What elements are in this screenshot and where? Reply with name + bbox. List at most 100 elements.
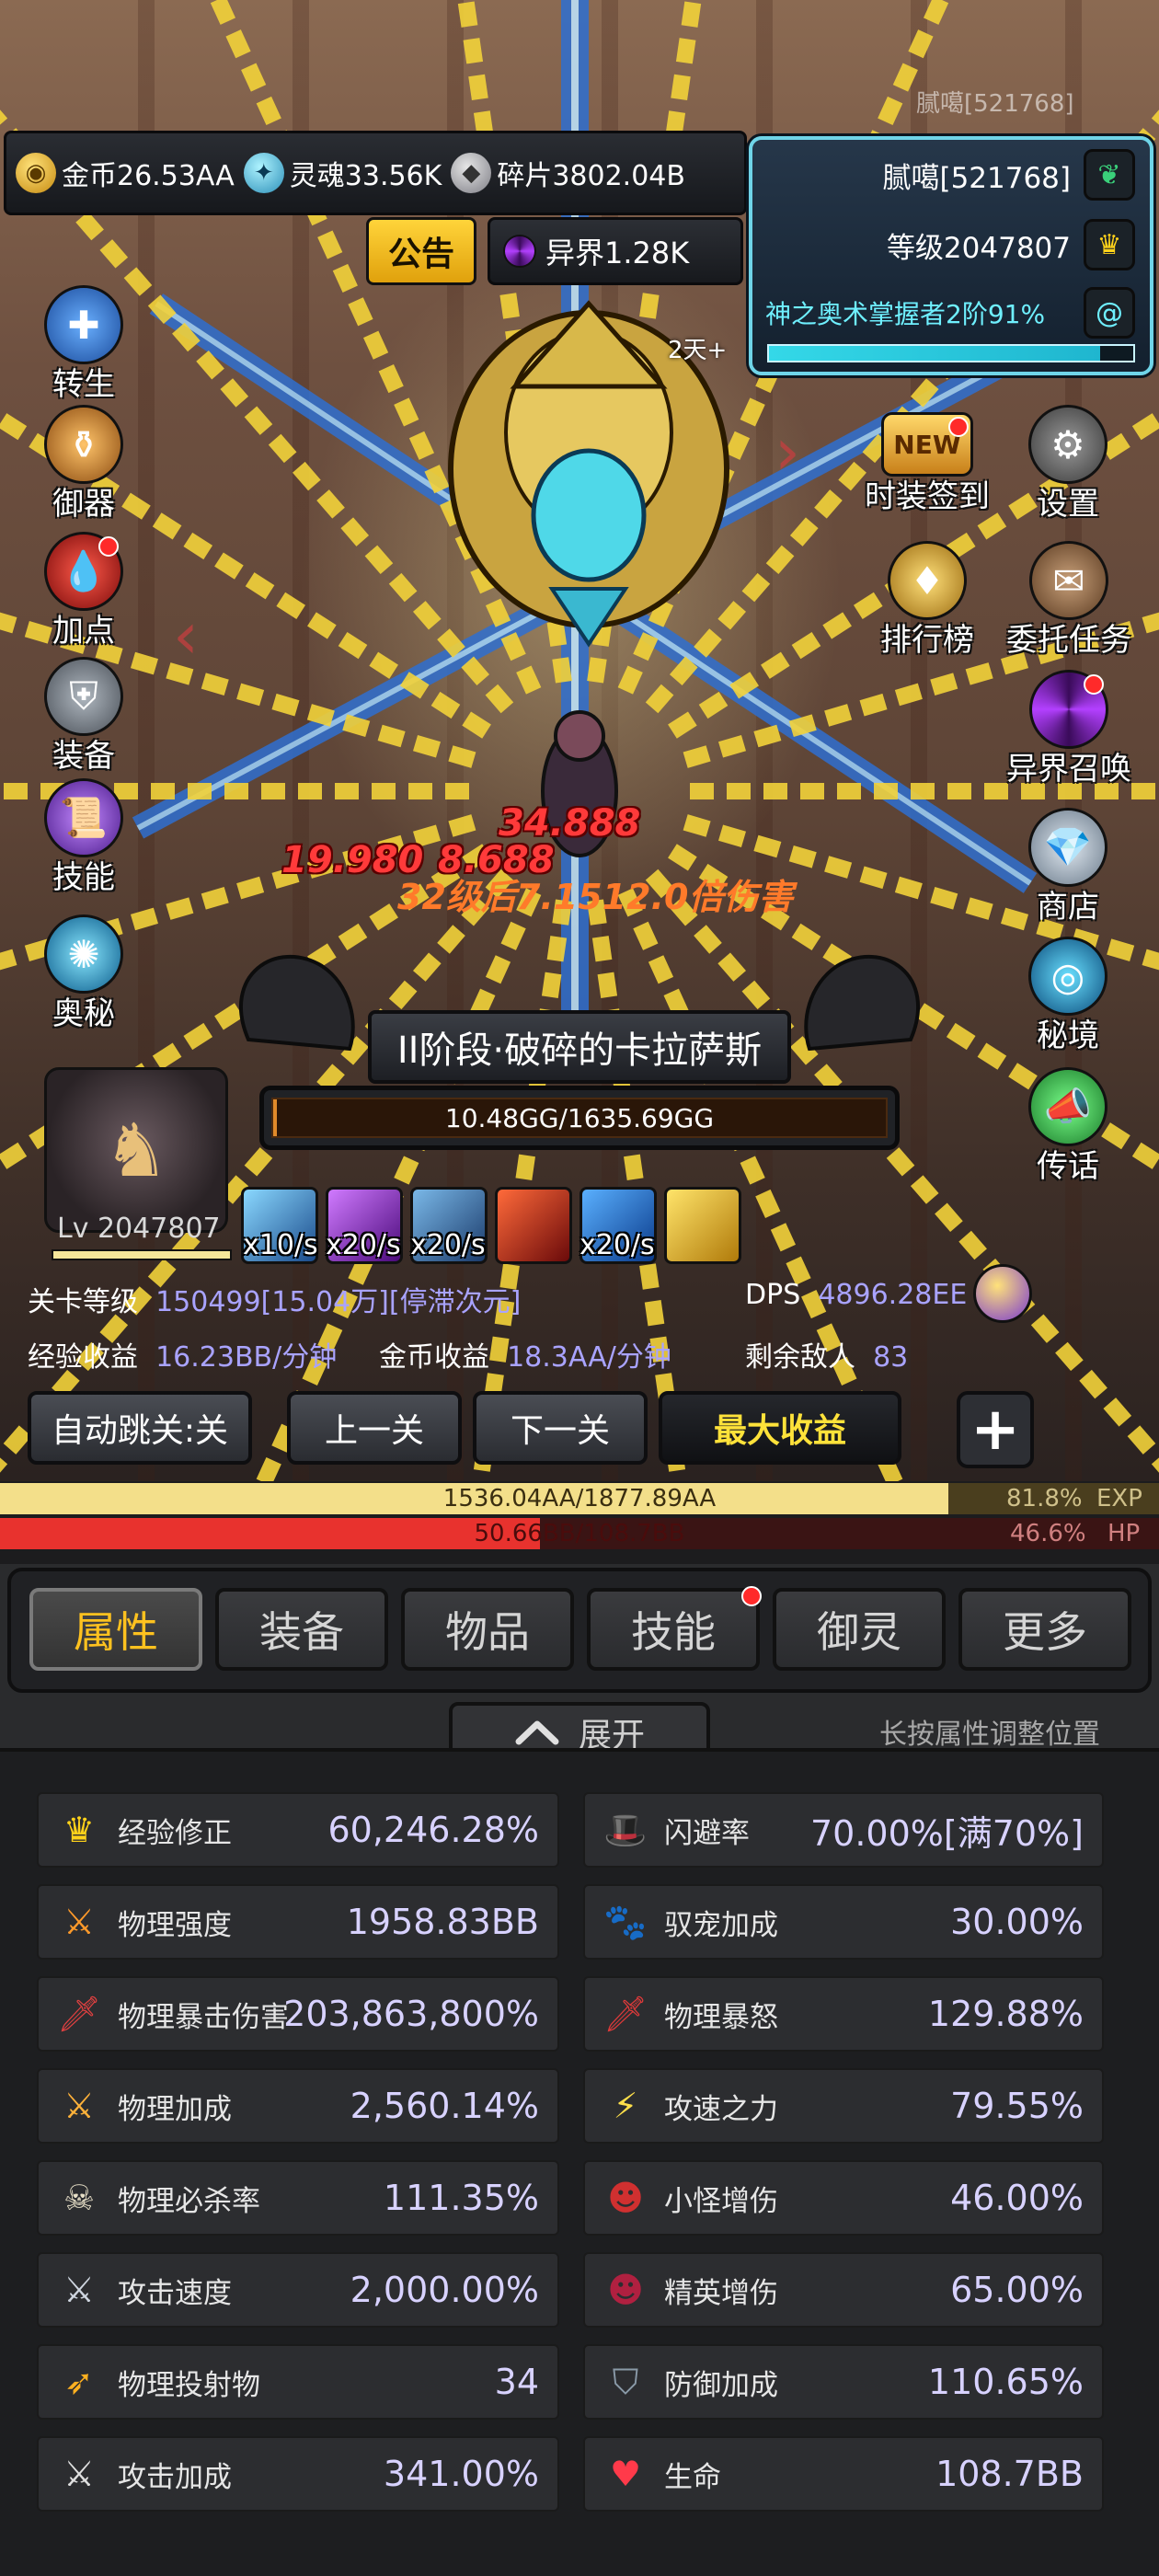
hero-portrait[interactable]: ♞: [44, 1067, 228, 1233]
skull-icon: ☠: [63, 2178, 96, 2218]
player-info-panel[interactable]: 腻噶[521768] ❦ 等级2047807 ♛ 神之奥术掌握者2阶91% @: [749, 136, 1153, 375]
attribute-card[interactable]: ☻ 精英增伤 65.00%: [583, 2252, 1104, 2328]
attribute-card[interactable]: 🗡 物理暴怒 129.88%: [583, 1976, 1104, 2052]
tab-more[interactable]: 更多: [958, 1588, 1131, 1671]
enemies-left-label: 剩余敌人: [745, 1341, 855, 1374]
attribute-card[interactable]: ☻ 小怪增伤 46.00%: [583, 2160, 1104, 2236]
menu-points[interactable]: 💧 加点: [24, 532, 143, 650]
menu-fashion-signin-label: 时装签到: [865, 478, 990, 515]
attribute-name: 物理强度: [118, 1908, 232, 1942]
max-income-button[interactable]: 最大收益: [659, 1391, 901, 1465]
menu-mystery[interactable]: ✺ 奥秘: [24, 914, 143, 1033]
skill-rate: x20/s: [580, 1229, 655, 1261]
attribute-name: 攻击加成: [118, 2460, 232, 2494]
menu-ranking[interactable]: ♦ 排行榜: [854, 541, 1001, 660]
attribute-card[interactable]: ☠ 物理必杀率 111.35%: [37, 2160, 559, 2236]
menu-shop[interactable]: 💎 商店: [1008, 808, 1128, 926]
prev-scene-arrow[interactable]: ‹: [173, 598, 199, 673]
battle-scene: 腻噶[521768] ◉ 金币26.53AA ✦ 灵魂33.56K ◆ 碎片38…: [0, 0, 1159, 1481]
menu-equipment[interactable]: ⛨ 装备: [24, 657, 143, 776]
boss-hp-track: 10.48GG/1635.69GG: [271, 1098, 888, 1138]
attribute-card[interactable]: 🗡 物理暴击伤害 203,863,800%: [37, 1976, 559, 2052]
attribute-card[interactable]: 🎩 闪避率 70.00%[满70%]: [583, 1792, 1104, 1868]
attribute-card[interactable]: ⚔ 攻击加成 341.00%: [37, 2436, 559, 2512]
otherworld-currency[interactable]: 异界1.28K: [488, 217, 743, 285]
skill-scroll-icon: 📜: [44, 778, 123, 857]
attribute-name: 攻击速度: [118, 2276, 232, 2310]
attribute-name: 生命: [664, 2460, 721, 2494]
menu-secret-realm[interactable]: ◎ 秘境: [1008, 937, 1128, 1055]
skill-rate: x20/s: [410, 1229, 486, 1261]
quest-icon: ✉: [1029, 541, 1108, 620]
menu-fashion-signin[interactable]: NEW 时装签到: [854, 412, 1001, 516]
sword-flame-icon: ⚔: [63, 1902, 96, 1942]
shard-icon: ◆: [451, 153, 492, 193]
attribute-card[interactable]: ⚔ 攻击速度 2,000.00%: [37, 2252, 559, 2328]
notice-button[interactable]: 公告: [366, 217, 476, 285]
menu-quests[interactable]: ✉ 委托任务: [1003, 541, 1135, 660]
menu-ranking-label: 排行榜: [880, 622, 974, 659]
attribute-card[interactable]: ⚡ 攻速之力 79.55%: [583, 2068, 1104, 2144]
attribute-card[interactable]: ➶ 物理投射物 34: [37, 2344, 559, 2420]
tab-spirits[interactable]: 御灵: [773, 1588, 946, 1671]
lightning-sword-icon: ⚡: [613, 2086, 638, 2126]
tab-skills[interactable]: 技能: [587, 1586, 762, 1671]
boss-timer: 2天+: [668, 337, 728, 364]
minion-mask-icon: ☻: [607, 2178, 644, 2218]
tab-items[interactable]: 物品: [401, 1588, 574, 1671]
auto-skip-toggle[interactable]: 自动跳关:关: [28, 1391, 252, 1465]
gear-icon: ⚙: [1028, 405, 1107, 484]
gold-amount: 金币26.53AA: [62, 160, 235, 192]
attribute-value: 60,246.28%: [327, 1810, 539, 1850]
menu-otherworld-summon[interactable]: 异界召唤: [1003, 670, 1135, 788]
gold-coin-icon: ◉: [16, 153, 56, 193]
menu-otherworld-summon-label: 异界召唤: [1006, 751, 1131, 788]
tab-equipment[interactable]: 装备: [215, 1588, 388, 1671]
mastery-label: 神之奥术掌握者2阶91%: [765, 299, 1046, 329]
damage-bonus-text: 32级后7.1512.0倍伤害: [397, 877, 794, 917]
skill-slot[interactable]: [664, 1187, 741, 1264]
attribute-value: 341.00%: [383, 2454, 539, 2494]
shop-icon: 💎: [1028, 808, 1107, 887]
rage-sword-icon: 🗡: [602, 1993, 648, 2034]
dps-value: 4896.28EE: [818, 1279, 968, 1311]
dps-label: DPS: [745, 1279, 801, 1311]
attribute-value: 110.65%: [927, 2362, 1084, 2402]
attribute-card[interactable]: 🐾 驭宠加成 30.00%: [583, 1884, 1104, 1960]
mastery-progress-bar: [767, 344, 1135, 362]
attribute-card[interactable]: ⚔ 物理强度 1958.83BB: [37, 1884, 559, 1960]
heart-icon: ♥: [609, 2454, 642, 2494]
tab-skills-label: 技能: [631, 1607, 716, 1657]
next-stage-button[interactable]: 下一关: [473, 1391, 648, 1465]
attribute-card[interactable]: ⛉ 防御加成 110.65%: [583, 2344, 1104, 2420]
attribute-value: 129.88%: [927, 1994, 1084, 2034]
tab-attributes[interactable]: 属性: [29, 1588, 202, 1671]
menu-rebirth[interactable]: ✚ 转生: [24, 285, 143, 404]
menu-equipment-label: 装备: [52, 738, 115, 775]
planet-icon[interactable]: [973, 1264, 1032, 1323]
attribute-name: 物理加成: [118, 2092, 232, 2126]
skill-slot[interactable]: [495, 1187, 572, 1264]
menu-message[interactable]: 📣 传话: [1008, 1067, 1128, 1186]
attribute-card[interactable]: ♥ 生命 108.7BB: [583, 2436, 1104, 2512]
next-scene-arrow[interactable]: ›: [775, 414, 800, 489]
projectile-icon: ➶: [64, 2362, 94, 2402]
attribute-name: 驭宠加成: [664, 1908, 778, 1942]
skill-rate: x20/s: [326, 1229, 401, 1261]
attribute-card[interactable]: ⚔ 物理加成 2,560.14%: [37, 2068, 559, 2144]
plus-button[interactable]: +: [957, 1391, 1034, 1468]
notification-dot: [948, 417, 969, 437]
prev-stage-button[interactable]: 上一关: [287, 1391, 462, 1465]
crown-icon: ♛: [1084, 219, 1135, 270]
attribute-name: 经验修正: [118, 1816, 232, 1850]
attribute-card[interactable]: ♛ 经验修正 60,246.28%: [37, 1792, 559, 1868]
attribute-value: 2,000.00%: [350, 2270, 539, 2310]
menu-settings[interactable]: ⚙ 设置: [1008, 405, 1128, 523]
menu-artifact[interactable]: ⚱ 御器: [24, 405, 143, 523]
stage-level-stat: 关卡等级 150499[15.04万][停滞次元]: [28, 1279, 521, 1319]
attribute-name: 物理投射物: [118, 2368, 260, 2402]
boss-hp-bar: 10.48GG/1635.69GG: [259, 1086, 900, 1150]
menu-skills[interactable]: 📜 技能: [24, 778, 143, 897]
attribute-name: 物理暴怒: [664, 2000, 778, 2034]
hero-level-bar: [52, 1249, 232, 1260]
